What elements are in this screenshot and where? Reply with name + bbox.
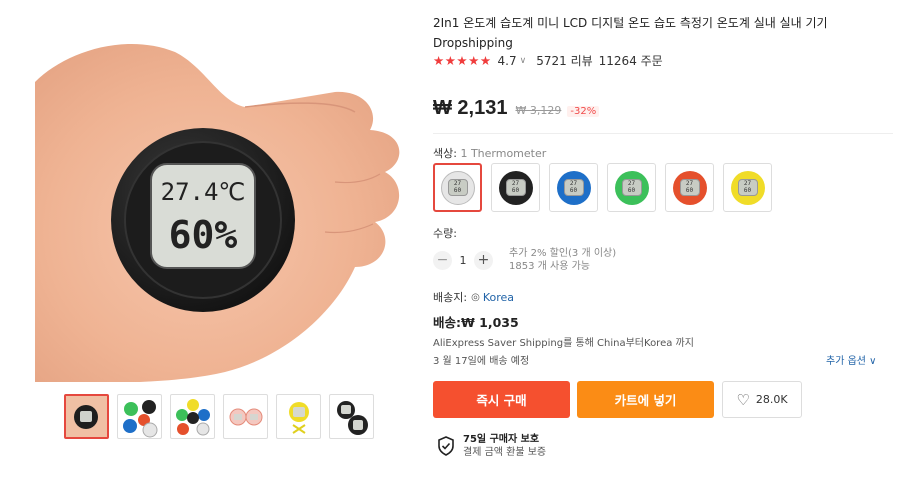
swatch-yellow[interactable]: 27 60 [723,163,772,212]
ship-to-row: 배송지: ◎ Korea [433,289,514,305]
swatch-white[interactable]: 27 60 [433,163,482,212]
shipping-cost: 배송:₩ 1,035 [433,315,519,330]
thermometer-icon: 27 60 [563,179,584,196]
rating-value[interactable]: 4.7 [498,54,517,68]
add-to-cart-button[interactable]: 카트에 넣기 [577,381,714,418]
review-count[interactable]: 5721 리뷰 [536,52,592,69]
wishlist-button[interactable]: ♡ 28.0K [722,381,802,418]
stock-note: 1853 개 사용 가능 [509,261,590,272]
thermometer-icon: 27 60 [679,179,700,196]
buy-now-button[interactable]: 즉시 구매 [433,381,570,418]
product-info: 2In1 온도계 습도계 미니 LCD 디지털 온도 습도 측정기 온도계 실내… [433,0,893,490]
swatch-blue[interactable]: 27 60 [549,163,598,212]
quantity-stepper: − 1 + 추가 2% 할인(3 개 이상) 1853 개 사용 가능 [433,247,616,273]
display-humidity: 60% [169,213,238,257]
heart-icon: ♡ [736,390,750,409]
thumbnail-5[interactable] [276,394,321,439]
thermometer-icon: 27 60 [447,179,468,196]
protection-title: 75일 구매자 보호 [463,434,540,445]
thumbnail-1[interactable] [64,394,109,439]
shield-icon [438,436,454,456]
discount-badge: -32% [567,106,600,117]
color-label-row: 색상: 1 Thermometer [433,145,546,161]
color-swatches: 27 60 27 60 27 60 27 60 27 60 27 60 [433,163,772,212]
location-pin-icon: ◎ [471,291,480,303]
order-count: 11264 주문 [598,54,663,68]
color-selected-value: 1 Thermometer [460,147,547,160]
more-shipping-options-link[interactable]: 추가 옵션 ∨ [826,352,876,367]
wishlist-count: 28.0K [755,393,788,406]
shipping-method: AliExpress Saver Shipping를 통해 China부터Kor… [433,338,694,349]
protection-subtitle: 결제 금액 환불 보증 [463,447,547,458]
product-title: 2In1 온도계 습도계 미니 LCD 디지털 온도 습도 측정기 온도계 실내… [433,16,828,50]
thumbnail-4[interactable] [223,394,268,439]
rating-row: ★★★★★ 4.7 ∨ 5721 리뷰 11264 주문 [433,52,663,69]
buyer-protection: 75일 구매자 보호 결제 금액 환불 보증 [437,433,546,459]
product-main-image[interactable]: 27.4℃ 60% [35,12,407,382]
display-temperature: 27.4℃ [161,178,246,206]
chevron-down-icon[interactable]: ∨ [520,56,527,66]
quantity-decrease-button[interactable]: − [433,250,452,270]
thumbnail-3[interactable] [170,394,215,439]
color-label: 색상: [433,147,457,160]
original-price: ₩ 3,129 [515,104,562,117]
delivery-date: 3 월 17일에 배송 예정 [433,356,530,367]
ship-to-country[interactable]: Korea [483,291,514,304]
bulk-discount-note: 추가 2% 할인(3 개 이상) [509,248,617,259]
thumbnail-6[interactable] [329,394,374,439]
current-price: ₩ 2,131 [433,97,508,119]
quantity-increase-button[interactable]: + [474,250,493,270]
ship-to-label: 배송지: [433,291,468,304]
thumbnail-strip [64,394,374,439]
quantity-note: 추가 2% 할인(3 개 이상) 1853 개 사용 가능 [509,247,616,273]
thermometer-icon: 27 60 [621,179,642,196]
swatch-orange[interactable]: 27 60 [665,163,714,212]
swatch-green[interactable]: 27 60 [607,163,656,212]
price-row: ₩ 2,131 ₩ 3,129 -32% [433,97,600,120]
quantity-value[interactable]: 1 [452,254,474,267]
thumbnail-2[interactable] [117,394,162,439]
quantity-label: 수량: [433,227,457,240]
thermometer-icon: 27 60 [505,179,526,196]
divider [433,133,893,134]
swatch-black[interactable]: 27 60 [491,163,540,212]
thermometer-icon: 27 60 [737,179,758,196]
star-icon: ★★★★★ [433,53,492,68]
